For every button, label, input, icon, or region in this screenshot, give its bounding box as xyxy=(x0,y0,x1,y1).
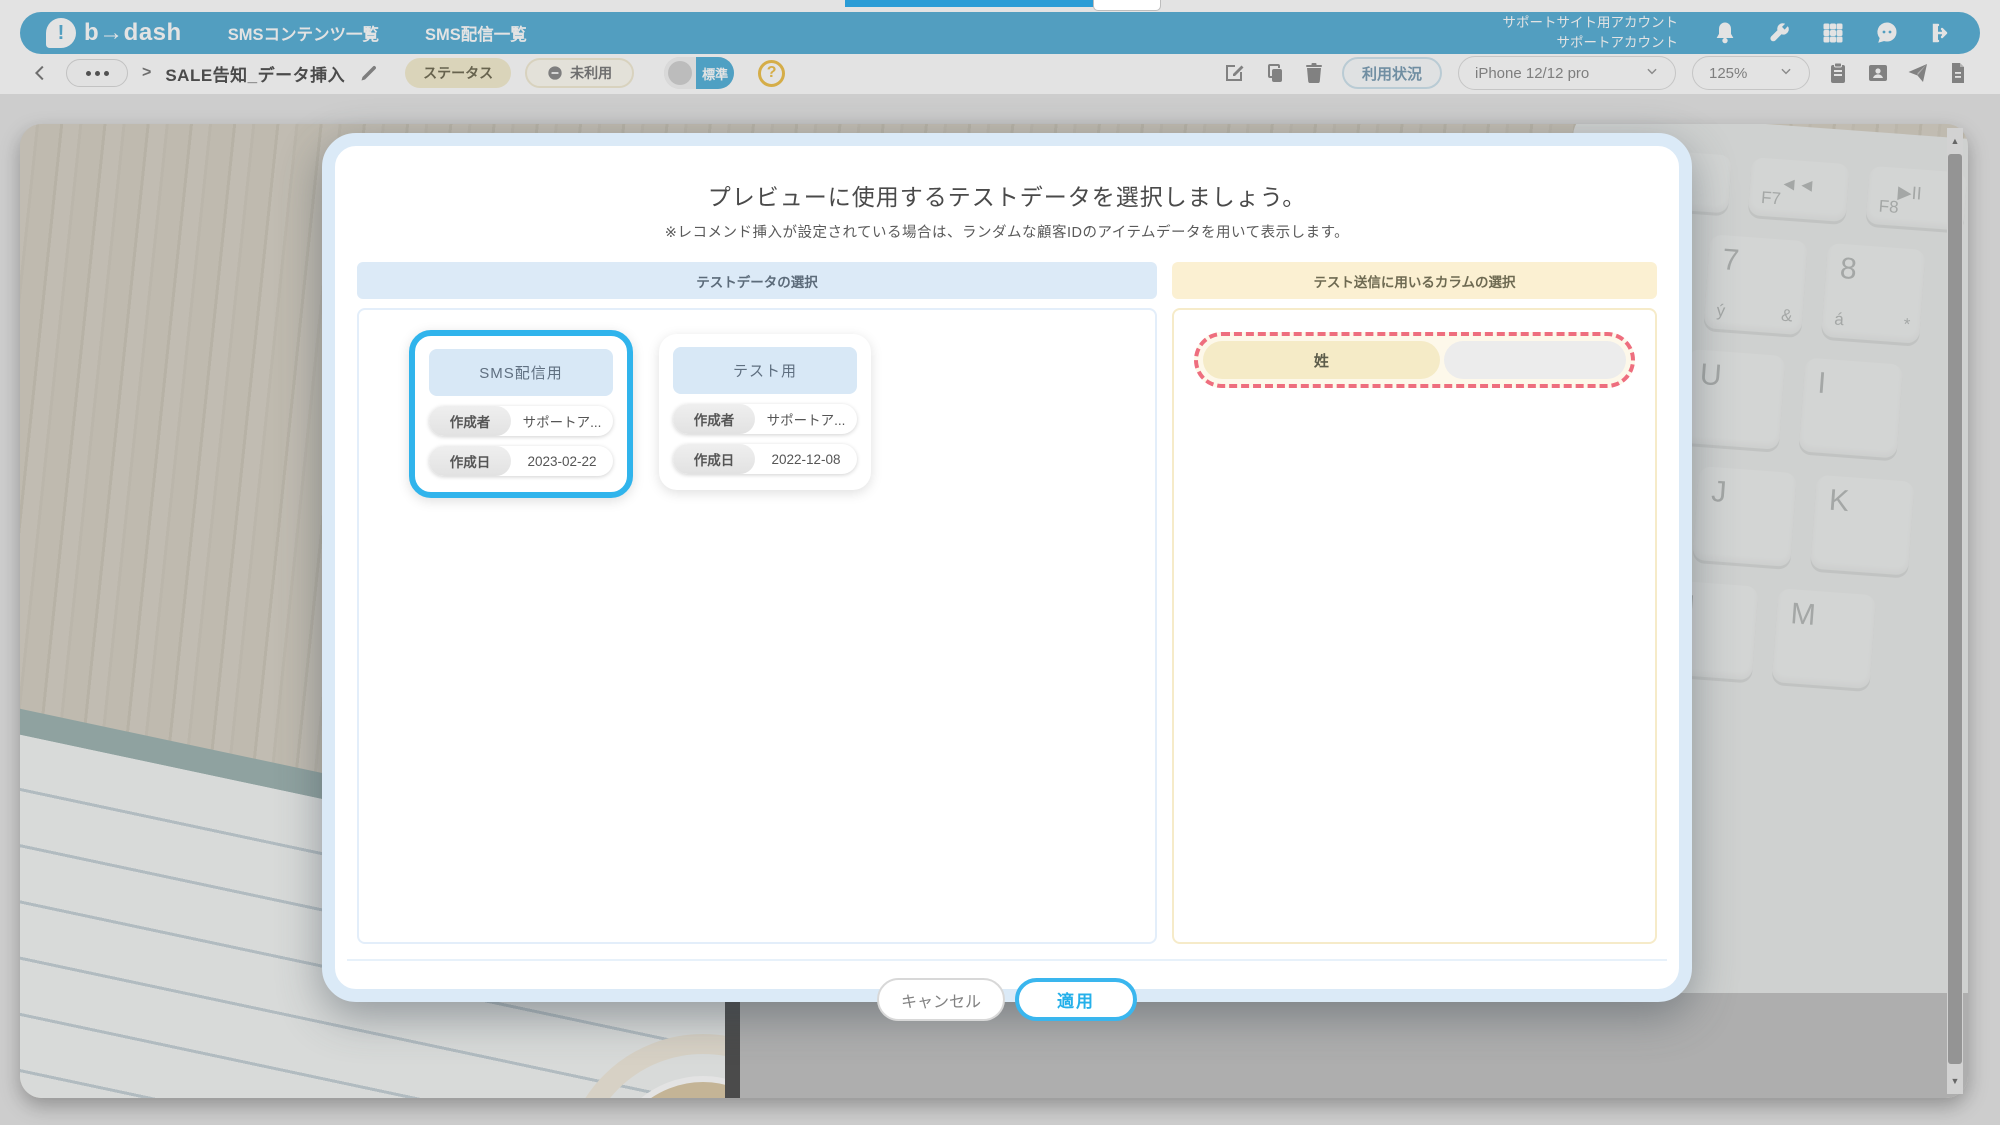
test-data-modal: プレビューに使用するテストデータを選択しましょう。 ※レコメンド挿入が設定されて… xyxy=(322,133,1692,1002)
date-value: 2023-02-22 xyxy=(511,446,613,476)
date-value: 2022-12-08 xyxy=(755,444,857,474)
browser-top-tab xyxy=(1093,0,1161,11)
modal-subtitle: ※レコメンド挿入が設定されている場合は、ランダムな顧客IDのアイテムデータを用い… xyxy=(345,221,1669,242)
creator-label: 作成者 xyxy=(429,406,511,436)
cancel-button[interactable]: キャンセル xyxy=(877,978,1005,1021)
card-title: テスト用 xyxy=(673,347,857,394)
send-column-body: 姓 xyxy=(1172,308,1657,944)
card-date-row: 作成日 2022-12-08 xyxy=(673,444,857,474)
test-data-column: テストデータの選択 SMS配信用 作成者 サポートア... 作成日 2023-0… xyxy=(357,262,1157,944)
test-data-card-sms[interactable]: SMS配信用 作成者 サポートア... 作成日 2023-02-22 xyxy=(409,330,633,498)
apply-button[interactable]: 適用 xyxy=(1015,978,1137,1021)
send-column-header: テスト送信に用いるカラムの選択 xyxy=(1172,262,1657,299)
modal-title: プレビューに使用するテストデータを選択しましょう。 xyxy=(345,178,1669,212)
test-data-header: テストデータの選択 xyxy=(357,262,1157,299)
creator-value: サポートア... xyxy=(511,406,613,436)
date-label: 作成日 xyxy=(673,444,755,474)
test-data-card-test[interactable]: テスト用 作成者 サポートア... 作成日 2022-12-08 xyxy=(659,334,871,490)
column-pill-empty[interactable] xyxy=(1444,341,1626,379)
creator-label: 作成者 xyxy=(673,404,755,434)
card-creator-row: 作成者 サポートア... xyxy=(429,406,613,436)
modal-footer: キャンセル 適用 xyxy=(345,961,1669,1021)
creator-value: サポートア... xyxy=(755,404,857,434)
column-selector-row[interactable]: 姓 xyxy=(1194,332,1635,388)
card-date-row: 作成日 2023-02-22 xyxy=(429,446,613,476)
card-creator-row: 作成者 サポートア... xyxy=(673,404,857,434)
column-pill-sei[interactable]: 姓 xyxy=(1203,341,1440,379)
test-data-body: SMS配信用 作成者 サポートア... 作成日 2023-02-22 テスト用 xyxy=(357,308,1157,944)
date-label: 作成日 xyxy=(429,446,511,476)
send-column-column: テスト送信に用いるカラムの選択 姓 xyxy=(1172,262,1657,944)
card-title: SMS配信用 xyxy=(429,349,613,396)
